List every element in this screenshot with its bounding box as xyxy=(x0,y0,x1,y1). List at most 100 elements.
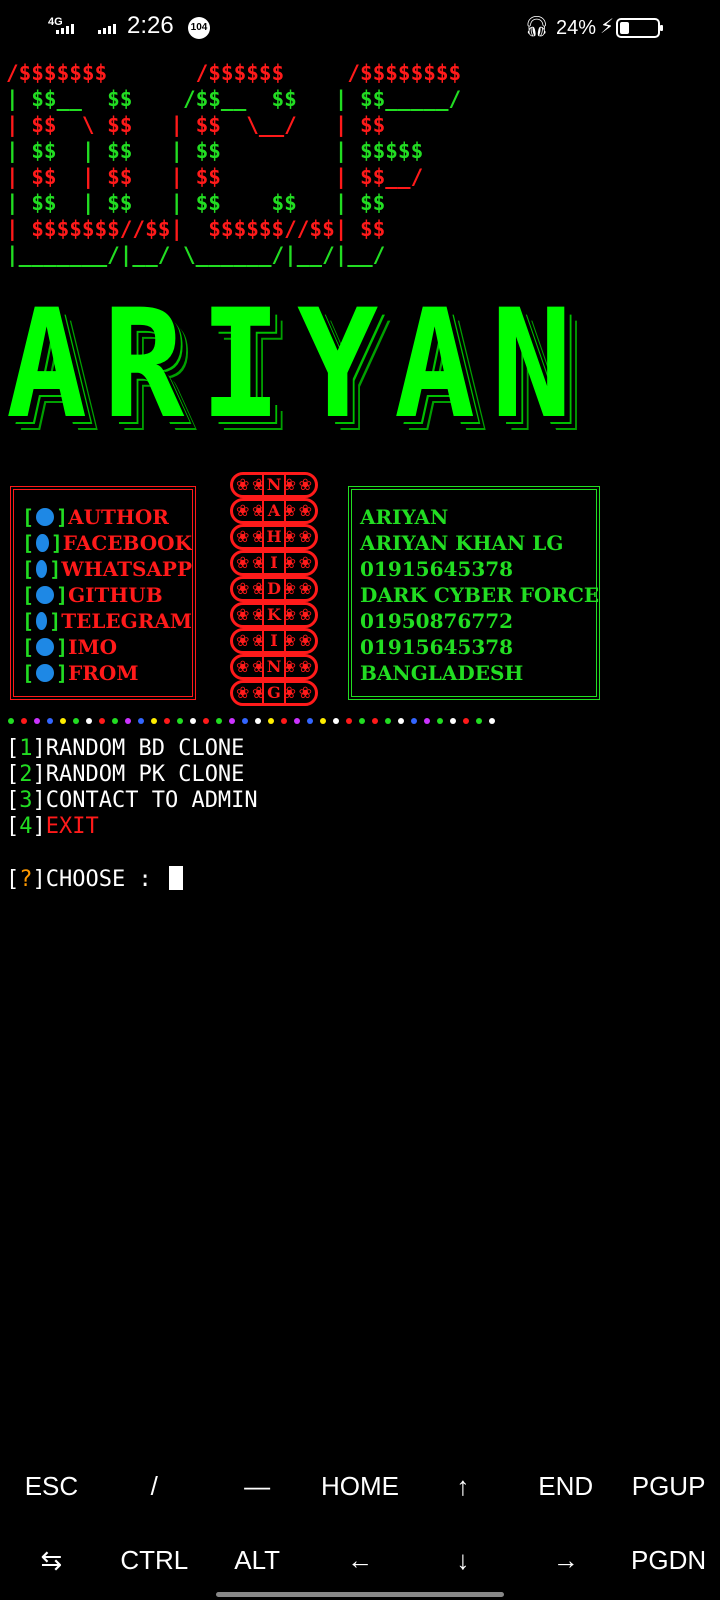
arrow-down-key[interactable]: ↓ xyxy=(411,1530,514,1590)
blue-circle-icon xyxy=(36,664,55,682)
separator-dot xyxy=(385,718,391,724)
ctrl-key[interactable]: CTRL xyxy=(103,1530,206,1590)
arrow-up-key[interactable]: ↑ xyxy=(411,1456,514,1516)
terminal-cursor[interactable] xyxy=(168,866,183,890)
blue-circle-icon xyxy=(36,612,48,630)
rose-icon: ❀ xyxy=(236,579,250,598)
info-value-item: 01915645378 xyxy=(360,635,514,659)
separator-dot xyxy=(190,718,196,724)
prompt-label: CHOOSE : xyxy=(45,867,165,892)
logo-letter: A xyxy=(394,278,476,452)
separator-dot xyxy=(138,718,144,724)
separator-dot xyxy=(229,718,235,724)
info-label-item: [] TELEGRAM xyxy=(22,609,192,633)
separator-dot xyxy=(359,718,365,724)
info-label-text: AUTHOR xyxy=(68,505,169,529)
esc-key[interactable]: ESC xyxy=(0,1456,103,1516)
separator-dot xyxy=(372,718,378,724)
rose-icon: ❀ xyxy=(298,631,312,650)
name-letter-cell: ❀ ❀ ❀ ❀ A xyxy=(230,498,318,524)
separator-dot xyxy=(151,718,157,724)
separator-dot xyxy=(281,718,287,724)
blue-circle-icon xyxy=(36,534,49,552)
name-letter: H xyxy=(262,525,286,549)
menu-option[interactable]: [4]EXIT xyxy=(6,814,258,840)
menu-option-number: 3 xyxy=(19,788,33,813)
info-label-text: FACEBOOK xyxy=(62,531,192,555)
status-bar: 4G 2:26 104 🎧︎ 24% ⚡︎ xyxy=(0,0,720,56)
separator-dot xyxy=(489,718,495,724)
info-label-text: IMO xyxy=(68,635,118,659)
name-letter-cell: ❀ ❀ ❀ ❀ K xyxy=(230,602,318,628)
separator-dot xyxy=(164,718,170,724)
menu-option-number: 1 xyxy=(19,736,33,761)
main-menu: [1]RANDOM BD CLONE [2]RANDOM PK CLONE [3]C… xyxy=(6,736,258,840)
name-letter: N xyxy=(262,655,286,679)
separator-dot xyxy=(86,718,92,724)
separator-dot xyxy=(177,718,183,724)
separator-dot xyxy=(47,718,53,724)
blue-circle-icon xyxy=(36,508,55,526)
name-letter: A xyxy=(262,499,286,523)
separator-dot xyxy=(34,718,40,724)
separator-dot xyxy=(398,718,404,724)
separator-dot xyxy=(294,718,300,724)
dot-separator xyxy=(8,718,495,724)
info-value-item: 01950876772 xyxy=(360,609,514,633)
separator-dot xyxy=(216,718,222,724)
separator-dot xyxy=(437,718,443,724)
menu-option[interactable]: [2]RANDOM PK CLONE xyxy=(6,762,258,788)
battery-fill xyxy=(620,22,629,34)
ascii-line: | $$ \ $$ | $$ \__/ | $$ xyxy=(6,113,386,137)
info-label-item: [] IMO xyxy=(22,635,118,659)
separator-dot xyxy=(99,718,105,724)
rose-icon: ❀ xyxy=(298,657,312,676)
name-letter: N xyxy=(262,473,286,497)
dash-key[interactable]: — xyxy=(206,1456,309,1516)
rose-icon: ❀ xyxy=(298,605,312,624)
gesture-bar[interactable] xyxy=(216,1592,504,1597)
info-label-text: GITHUB xyxy=(68,583,163,607)
tab-key[interactable]: ⇆ xyxy=(0,1530,103,1590)
info-label-item: [] WHATSAPP xyxy=(22,557,192,581)
wifi-signal-icon xyxy=(98,24,116,34)
logo-letter: N xyxy=(491,278,573,452)
menu-option[interactable]: [1]RANDOM BD CLONE xyxy=(6,736,258,762)
info-value-item: DARK CYBER FORCE xyxy=(360,583,600,607)
name-letter-cell: ❀ ❀ ❀ ❀ I xyxy=(230,550,318,576)
menu-option-number: 2 xyxy=(19,762,33,787)
name-letter: K xyxy=(262,603,286,627)
info-label-item: [] FROM xyxy=(22,661,139,685)
logo-letter: I xyxy=(200,278,282,452)
ascii-line: | $$ | $$ | $$ $$ | $$ xyxy=(6,191,386,215)
arrow-left-key[interactable]: ← xyxy=(309,1530,412,1590)
separator-dot xyxy=(476,718,482,724)
menu-option-label: EXIT xyxy=(45,814,99,839)
rose-icon: ❀ xyxy=(298,501,312,520)
menu-option-number: 4 xyxy=(19,814,33,839)
menu-option-label: CONTACT TO ADMIN xyxy=(45,788,258,813)
info-label-text: TELEGRAM xyxy=(61,609,192,633)
rose-icon: ❀ xyxy=(298,683,312,702)
arrow-right-key[interactable]: → xyxy=(514,1530,617,1590)
clock: 2:26 xyxy=(127,12,174,39)
slash-key[interactable]: / xyxy=(103,1456,206,1516)
end-key[interactable]: END xyxy=(514,1456,617,1516)
home-key[interactable]: HOME xyxy=(309,1456,412,1516)
rose-icon: ❀ xyxy=(236,631,250,650)
pgup-key[interactable]: PGUP xyxy=(617,1456,720,1516)
ascii-banner: /$$$$$$$ /$$$$$$ /$$$$$$$$ | $$__ $$ /$$_… xyxy=(6,60,461,268)
logo-letter: A xyxy=(6,278,88,452)
pgdn-key[interactable]: PGDN xyxy=(617,1530,720,1590)
alt-key[interactable]: ALT xyxy=(206,1530,309,1590)
choose-prompt[interactable]: [?]CHOOSE : xyxy=(6,866,183,893)
rose-icon: ❀ xyxy=(298,553,312,572)
battery-percent: 24% xyxy=(556,17,597,39)
separator-dot xyxy=(450,718,456,724)
extra-keys-row-2: ⇆ CTRL ALT ← ↓ → PGDN xyxy=(0,1530,720,1590)
rose-icon: ❀ xyxy=(236,553,250,572)
info-label-text: FROM xyxy=(68,661,139,685)
menu-option[interactable]: [3]CONTACT TO ADMIN xyxy=(6,788,258,814)
extra-keys-row-1: ESC / — HOME ↑ END PGUP xyxy=(0,1456,720,1516)
separator-dot xyxy=(21,718,27,724)
